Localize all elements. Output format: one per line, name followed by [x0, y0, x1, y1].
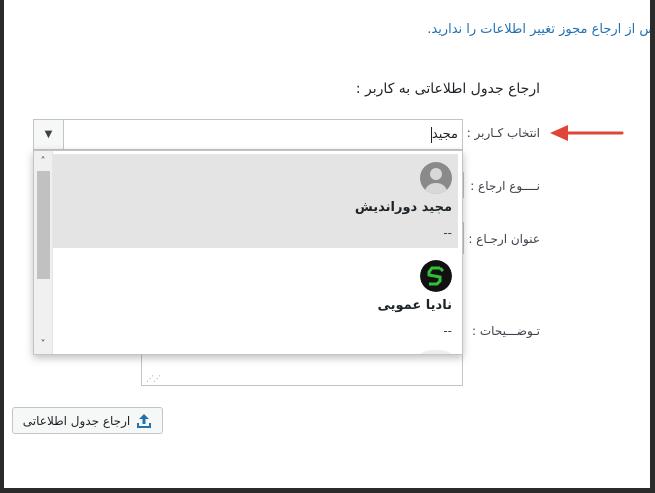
- next-avatar-partial: [420, 350, 452, 354]
- upload-icon: [137, 413, 152, 428]
- dropdown-scrollbar[interactable]: ˄ ˅: [34, 151, 53, 354]
- option-name: نادیا عمویی: [377, 298, 452, 313]
- resize-handle-icon[interactable]: ⋰⋰: [146, 374, 161, 383]
- type-label: نــــوع ارجاع :: [470, 179, 540, 193]
- chevron-down-icon: ▼: [44, 129, 53, 140]
- section-title: ارجاع جدول اطلاعاتی به کاربر :: [355, 81, 540, 97]
- option-subtitle: --: [443, 226, 452, 240]
- assign-table-button[interactable]: ارجاع جدول اطلاعاتی: [12, 407, 163, 434]
- user-select-label: انتخاب کـاربر :: [466, 126, 540, 140]
- option-name: مجید دوراندیش: [354, 200, 452, 215]
- combo-search-input[interactable]: مجید: [430, 120, 458, 149]
- combo-input-value: مجید: [431, 127, 458, 142]
- permission-notice: ﺲ از ارجاع مجوز تغییر اطلاعات را ندارید.: [427, 22, 650, 37]
- page-frame: ﺲ از ارجاع مجوز تغییر اطلاعات را ندارید.…: [0, 0, 650, 488]
- user-combobox[interactable]: ▼ مجید: [33, 119, 463, 150]
- red-arrow-icon: [550, 125, 624, 141]
- scroll-down-icon[interactable]: ˅: [34, 336, 52, 352]
- description-label: تـوضـــیحات :: [472, 324, 540, 338]
- default-avatar-icon: [420, 162, 452, 194]
- user-dropdown-list[interactable]: ˄ ˅ مجید دوراندیش -- نادیا عمویی --: [33, 150, 463, 355]
- dropdown-option[interactable]: مجید دوراندیش --: [53, 154, 458, 248]
- scroll-up-icon[interactable]: ˄: [34, 153, 52, 169]
- combo-toggle-button[interactable]: ▼: [34, 120, 64, 149]
- dropdown-option[interactable]: نادیا عمویی --: [53, 252, 458, 346]
- scroll-thumb[interactable]: [37, 171, 50, 279]
- assign-button-label: ارجاع جدول اطلاعاتی: [22, 413, 131, 428]
- brand-logo-avatar-icon: [420, 260, 452, 292]
- option-subtitle: --: [443, 324, 452, 338]
- title-label: عنوان ارجـاع :: [468, 232, 540, 246]
